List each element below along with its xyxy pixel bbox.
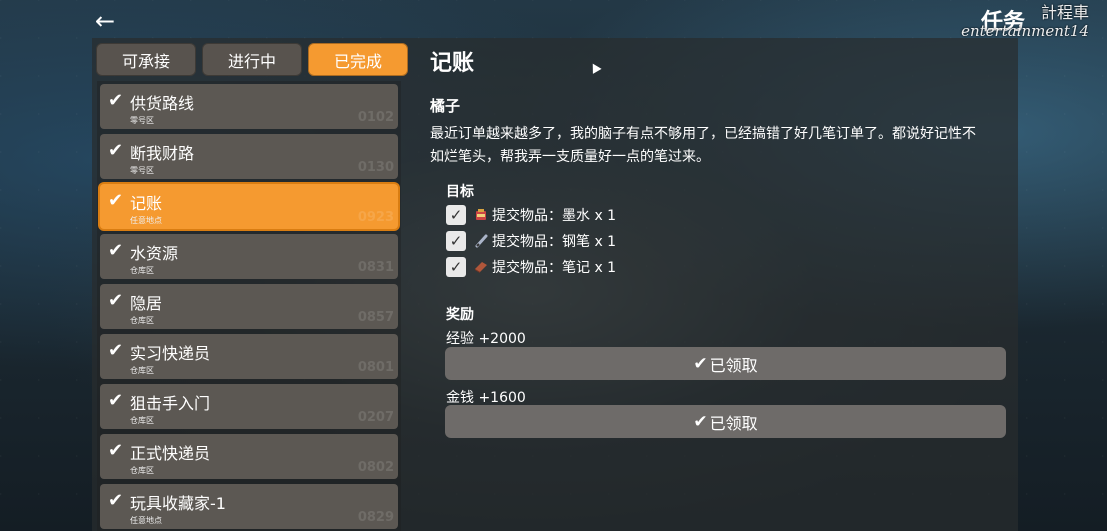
ink-icon (476, 209, 486, 220)
checkbox-checked: ✓ (446, 257, 466, 277)
reward-money: 金钱 +1600 (446, 390, 526, 406)
objective-row: ✓ 提交物品：笔记 x 1 (446, 256, 616, 278)
quest-tabs: 可承接 进行中 已完成 (96, 43, 408, 76)
check-icon: ✔ (693, 411, 708, 432)
list-item[interactable]: ✔ 水资源 仓库区 0831 (100, 234, 398, 279)
list-item[interactable]: ✔ 狙击手入门 仓库区 0207 (100, 384, 398, 429)
objective-row: ✓ 提交物品：墨水 x 1 (446, 204, 616, 226)
quest-giver: 橘子 (430, 97, 461, 115)
quest-location: 任意地点 (130, 516, 162, 525)
watermark: 計程車 entertainment14 (961, 3, 1089, 41)
check-icon: ✔ (108, 440, 124, 461)
claimed-button[interactable]: ✔ 已领取 (445, 347, 1006, 380)
quest-description: 最近订单越来越多了，我的脑子有点不够用了，已经搞错了好几笔订单了。都说好记性不 … (430, 123, 1010, 169)
check-icon: ✔ (108, 140, 124, 161)
objectives-heading: 目标 (446, 184, 474, 200)
quest-code: 0802 (357, 460, 394, 475)
check-icon: ✔ (108, 290, 124, 311)
quest-name: 断我财路 (130, 144, 195, 163)
reward-exp: 经验 +2000 (446, 331, 526, 347)
claimed-label: 已领取 (709, 355, 758, 375)
description-line: 如烂笔头，帮我弄一支质量好一点的笔过来。 (430, 149, 710, 165)
check-icon: ✔ (108, 240, 124, 261)
list-item[interactable]: ✔ 实习快递员 仓库区 0801 (100, 334, 398, 379)
quest-name: 水资源 (130, 244, 179, 263)
check-icon: ✔ (108, 190, 124, 211)
quest-location: 任意地点 (130, 216, 162, 225)
quest-code: 0207 (357, 410, 394, 425)
checkbox-checked: ✓ (446, 205, 466, 225)
rewards-heading: 奖励 (446, 307, 474, 323)
tab-available[interactable]: 可承接 (96, 43, 196, 76)
quest-code: 0801 (357, 360, 394, 375)
quest-code: 0831 (357, 260, 394, 275)
quest-name: 狙击手入门 (130, 394, 211, 413)
objective-text: 提交物品：钢笔 x 1 (492, 234, 617, 250)
quest-list[interactable]: ✔ 供货路线 零号区 0102 ✔ 断我财路 零号区 0130 ✔ 记账 任意地… (97, 81, 401, 531)
quest-location: 零号区 (130, 166, 154, 175)
quest-code: 0829 (357, 510, 394, 525)
checkbox-checked: ✓ (446, 231, 466, 251)
quest-code: 0102 (357, 110, 394, 125)
tab-completed[interactable]: 已完成 (308, 43, 408, 76)
description-line: 最近订单越来越多了，我的脑子有点不够用了，已经搞错了好几笔订单了。都说好记性不 (430, 126, 976, 142)
objective-text: 提交物品：笔记 x 1 (492, 260, 617, 276)
quest-name: 实习快递员 (130, 344, 211, 363)
quest-location: 仓库区 (130, 366, 154, 375)
quest-code: 0857 (357, 310, 394, 325)
quest-name: 正式快递员 (130, 444, 211, 463)
list-item[interactable]: ✔ 隐居 仓库区 0857 (100, 284, 398, 329)
quest-location: 仓库区 (130, 316, 154, 325)
list-item[interactable]: ✔ 玩具收藏家-1 任意地点 0829 (100, 484, 398, 529)
quest-location: 仓库区 (130, 266, 154, 275)
quest-name: 记账 (130, 194, 163, 213)
quest-location: 零号区 (130, 116, 154, 125)
notebook-icon (475, 262, 487, 273)
check-icon: ✔ (108, 340, 124, 361)
check-icon: ✔ (108, 490, 124, 511)
quest-location: 仓库区 (130, 416, 154, 425)
check-icon: ✔ (693, 353, 708, 374)
quest-name: 隐居 (130, 294, 163, 313)
list-item[interactable]: ✔ 供货路线 零号区 0102 (100, 84, 398, 129)
quest-code: 0130 (357, 160, 394, 175)
quest-code: 0923 (357, 210, 394, 225)
check-icon: ✔ (108, 90, 124, 111)
quest-name: 供货路线 (130, 94, 195, 113)
list-item[interactable]: ✔ 正式快递员 仓库区 0802 (100, 434, 398, 479)
arrow-left-icon: ← (94, 7, 116, 35)
back-button[interactable]: ← (90, 8, 120, 34)
tab-in-progress[interactable]: 进行中 (202, 43, 302, 76)
claimed-label: 已领取 (709, 413, 758, 433)
objective-row: ✓ 提交物品：钢笔 x 1 (446, 230, 616, 252)
pen-icon (475, 234, 488, 248)
watermark-line1: 計程車 (1040, 3, 1089, 22)
check-icon: ✔ (108, 390, 124, 411)
list-item[interactable]: ✔ 断我财路 零号区 0130 (100, 134, 398, 179)
objective-text: 提交物品：墨水 x 1 (492, 208, 617, 224)
list-item-selected[interactable]: ✔ 记账 任意地点 0923 (100, 184, 398, 229)
quest-name: 玩具收藏家-1 (130, 494, 226, 513)
claimed-button[interactable]: ✔ 已领取 (445, 405, 1006, 438)
quest-location: 仓库区 (130, 466, 154, 475)
quest-title: 记账 (430, 51, 475, 76)
